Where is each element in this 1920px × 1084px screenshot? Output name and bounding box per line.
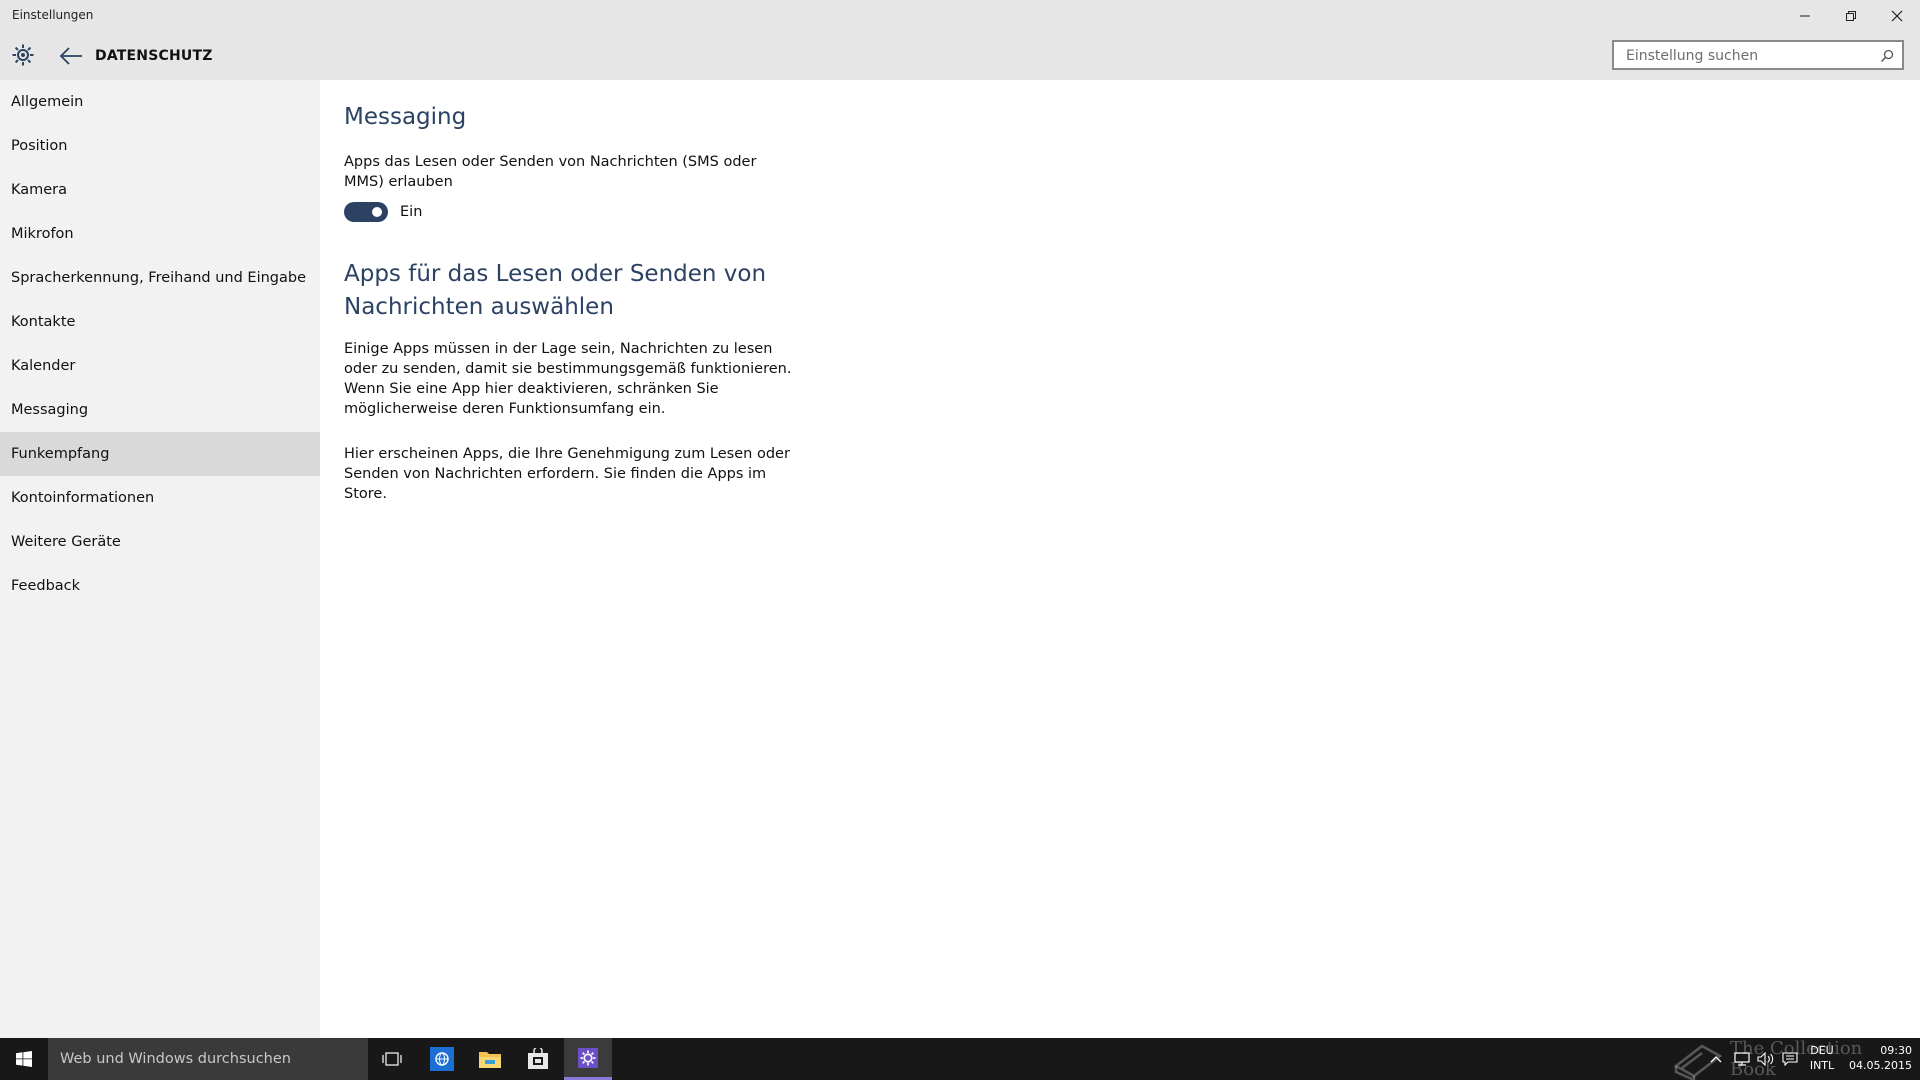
folder-icon xyxy=(479,1052,501,1068)
toggle-state-label: Ein xyxy=(400,204,423,220)
task-view-icon xyxy=(382,1052,402,1066)
window-title: Einstellungen xyxy=(12,8,94,22)
sidebar-item-kontoinformationen[interactable]: Kontoinformationen xyxy=(0,476,320,520)
taskbar-file-explorer[interactable] xyxy=(466,1038,514,1080)
messaging-toggle[interactable] xyxy=(344,202,388,222)
start-button[interactable] xyxy=(0,1038,48,1080)
sidebar-item-mikrofon[interactable]: Mikrofon xyxy=(0,212,320,256)
book-icon xyxy=(1672,1036,1724,1084)
subsection-heading: Apps für das Lesen oder Senden von Nachr… xyxy=(344,261,767,320)
taskbar-settings[interactable] xyxy=(564,1038,612,1080)
toggle-knob xyxy=(372,207,382,217)
search-icon xyxy=(1880,49,1894,63)
sidebar-item-feedback[interactable]: Feedback xyxy=(0,564,320,608)
sidebar-item-spracherkennung[interactable]: Spracherkennung, Freihand und Eingabe xyxy=(0,256,320,300)
description-paragraph: Einige Apps müssen in der Lage sein, Nac… xyxy=(344,341,792,417)
minimize-icon xyxy=(1800,15,1810,17)
search-input[interactable] xyxy=(1624,45,1878,67)
taskbar-search[interactable]: Web und Windows durchsuchen xyxy=(48,1038,368,1080)
close-button[interactable] xyxy=(1874,0,1920,32)
windows-logo-icon xyxy=(16,1051,32,1067)
info-paragraph: Hier erscheinen Apps, die Ihre Genehmigu… xyxy=(344,446,790,502)
page-title: DATENSCHUTZ xyxy=(95,48,213,64)
task-view-button[interactable] xyxy=(368,1038,416,1080)
restore-icon xyxy=(1846,11,1856,21)
sidebar-item-messaging[interactable]: Messaging xyxy=(0,388,320,432)
sidebar-item-allgemein[interactable]: Allgemein xyxy=(0,80,320,124)
sidebar-item-funkempfang[interactable]: Funkempfang xyxy=(0,432,320,476)
taskbar-store[interactable] xyxy=(514,1038,562,1080)
settings-button[interactable] xyxy=(11,43,35,67)
header: DATENSCHUTZ xyxy=(0,32,1920,80)
sidebar-item-position[interactable]: Position xyxy=(0,124,320,168)
taskbar: Web und Windows durchsuchen DEU INTL 09:… xyxy=(0,1038,1920,1080)
setting-label: Apps das Lesen oder Senden von Nachricht… xyxy=(344,154,757,190)
search-button[interactable] xyxy=(1880,48,1894,67)
store-icon xyxy=(528,1048,548,1069)
taskbar-browser[interactable] xyxy=(418,1038,466,1080)
watermark-text: The Collection Book xyxy=(1730,1038,1863,1080)
sidebar-item-kamera[interactable]: Kamera xyxy=(0,168,320,212)
sidebar-item-kontakte[interactable]: Kontakte xyxy=(0,300,320,344)
close-icon xyxy=(1891,10,1903,22)
title-bar: Einstellungen xyxy=(0,0,1920,32)
gear-icon xyxy=(12,44,34,66)
browser-icon xyxy=(430,1047,454,1071)
sidebar-item-weitere-geraete[interactable]: Weitere Geräte xyxy=(0,520,320,564)
section-heading: Messaging xyxy=(344,104,467,130)
sidebar-item-kalender[interactable]: Kalender xyxy=(0,344,320,388)
sidebar: Allgemein Position Kamera Mikrofon Sprac… xyxy=(0,80,320,1038)
back-button[interactable] xyxy=(58,44,84,68)
gear-icon xyxy=(578,1047,598,1068)
search-box[interactable] xyxy=(1612,40,1904,70)
minimize-button[interactable] xyxy=(1782,0,1828,32)
maximize-button[interactable] xyxy=(1828,0,1874,32)
arrow-left-icon xyxy=(59,47,82,65)
